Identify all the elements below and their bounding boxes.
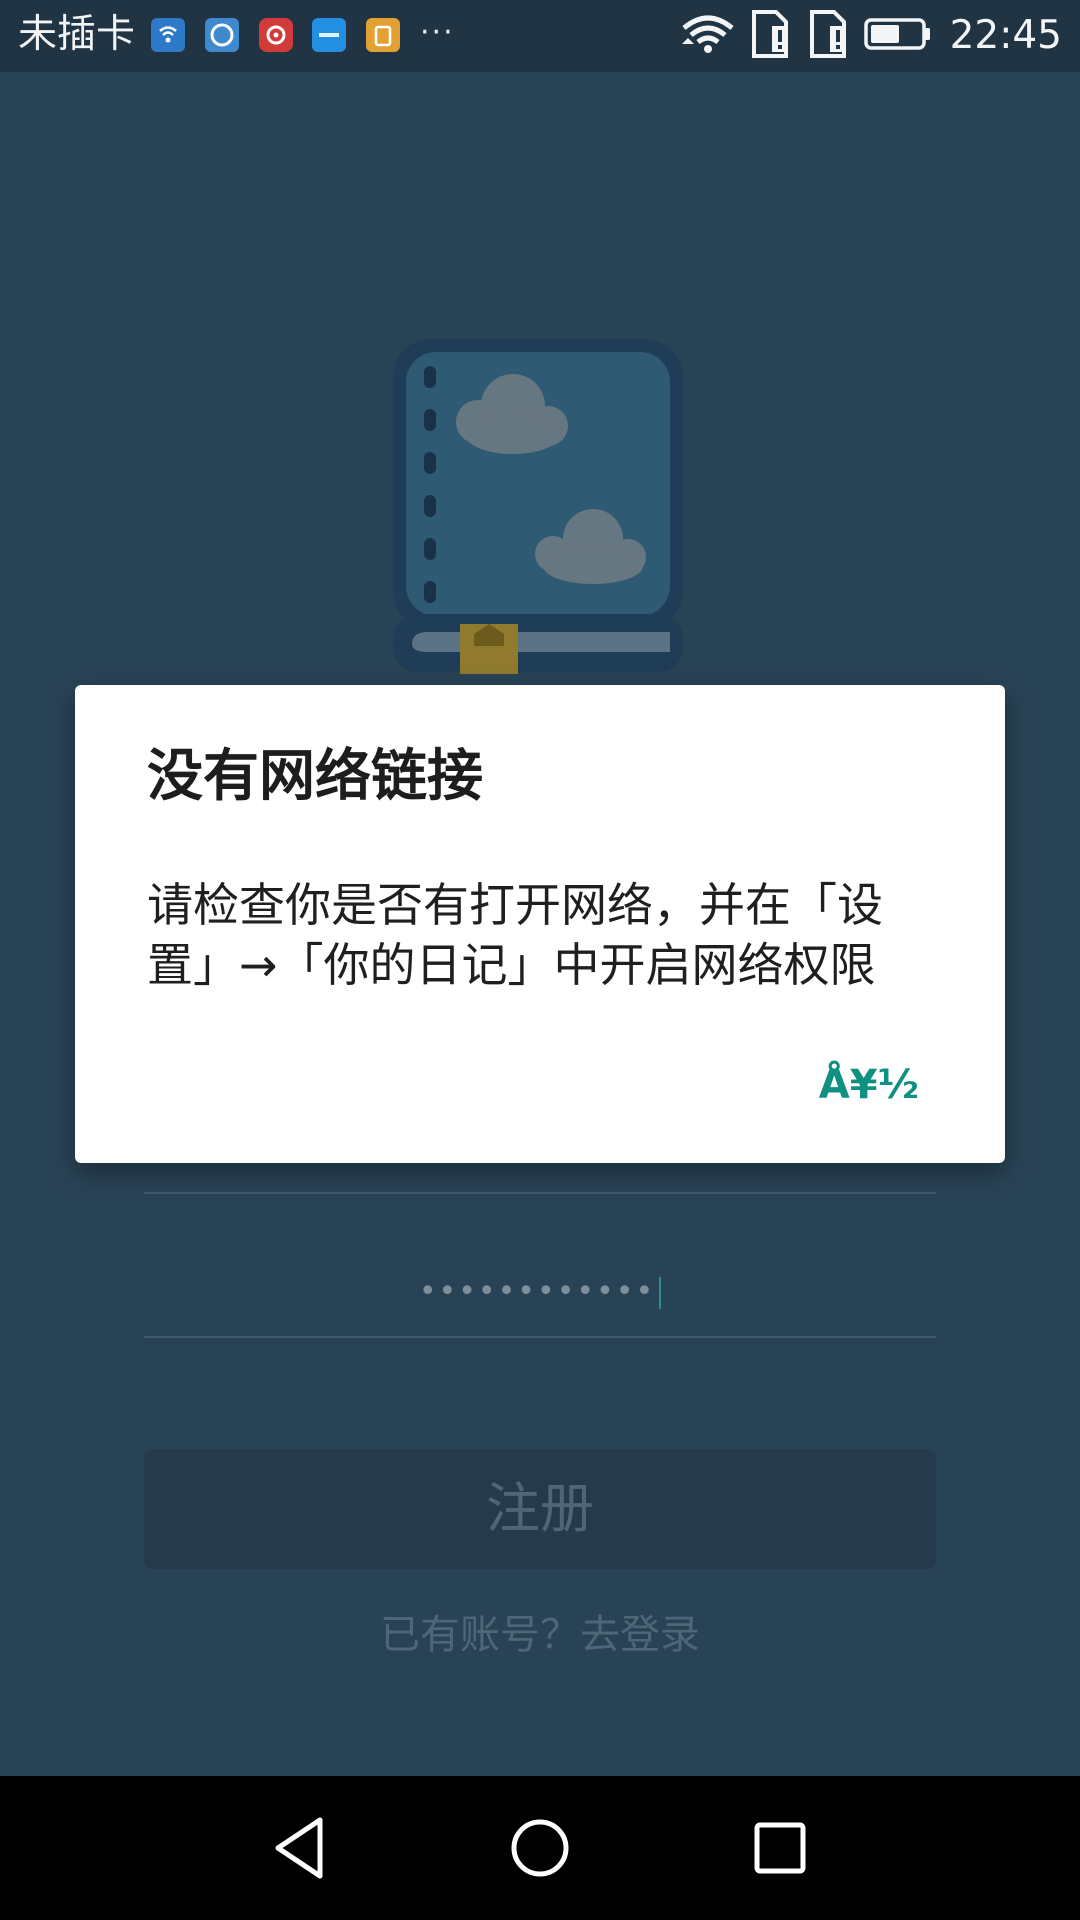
browser-icon xyxy=(205,18,239,52)
go-to-login-link[interactable]: 已有账号？去登录 xyxy=(144,1602,936,1660)
battery-icon xyxy=(863,17,932,55)
text-cursor xyxy=(659,1276,662,1309)
password-field-underline xyxy=(144,1336,936,1338)
navigation-bar xyxy=(0,1776,1080,1920)
register-button[interactable]: 注册 xyxy=(144,1449,936,1569)
sim-alert-icon xyxy=(806,8,852,64)
diary-book-logo-icon xyxy=(388,334,688,694)
status-bar: 未插卡 ··· 22:45 xyxy=(0,0,1080,72)
back-icon[interactable] xyxy=(250,1798,350,1898)
password-field[interactable]: •••••••••••• xyxy=(144,1262,936,1322)
clock: 22:45 xyxy=(949,13,1062,58)
dialog-title: 没有网络链接 xyxy=(147,744,483,809)
no-network-dialog: 没有网络链接 请检查你是否有打开网络，并在「设置」→「你的日记」中开启网络权限 … xyxy=(75,685,1005,1163)
email-field-underline xyxy=(144,1192,936,1194)
recent-apps-icon[interactable] xyxy=(730,1798,830,1898)
wifi-notification-icon xyxy=(151,18,185,52)
clipboard-app-icon xyxy=(366,18,400,52)
status-indicators: 22:45 xyxy=(680,0,1062,72)
wifi-icon xyxy=(680,12,736,60)
netease-music-icon xyxy=(259,18,293,52)
home-icon[interactable] xyxy=(490,1798,590,1898)
dialog-message: 请检查你是否有打开网络，并在「设置」→「你的日记」中开启网络权限 xyxy=(147,878,883,992)
more-notifications-icon: ··· xyxy=(420,15,455,50)
sim-alert-icon xyxy=(748,8,794,64)
password-mask: •••••••••••• xyxy=(418,1274,656,1309)
carrier-label: 未插卡 xyxy=(18,12,136,57)
fxui-icon xyxy=(312,18,346,52)
dialog-confirm-button[interactable]: Å¥½ xyxy=(819,1055,919,1115)
